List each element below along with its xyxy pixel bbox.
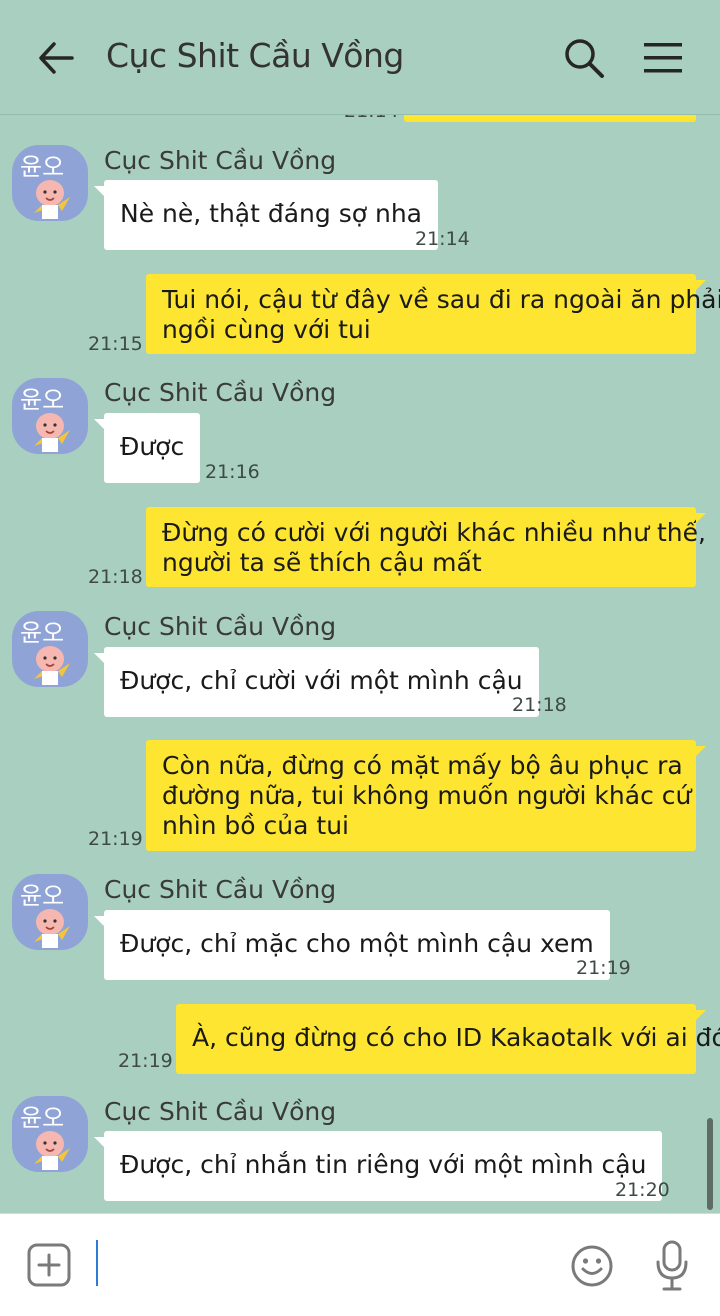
message-time: 21:19: [118, 1050, 173, 1072]
message-time: 21:14: [415, 228, 470, 250]
my-message-bubble[interactable]: À, cũng đừng có cho ID Kakaotalk với ai …: [176, 1004, 720, 1074]
message-time: 21:16: [205, 461, 260, 483]
message-text-line: nhìn bồ của tui: [162, 811, 349, 840]
arrow-left-icon: [39, 42, 74, 74]
message-text: Được, chỉ mặc cho một mình cậu xem: [120, 929, 594, 958]
message-text: À, cũng đừng có cho ID Kakaotalk với ai …: [192, 1023, 720, 1052]
message-time: 21:19: [576, 957, 631, 979]
chat-title: Cục Shit Cầu Vồng: [106, 36, 404, 75]
message-time: 21:18: [512, 694, 567, 716]
message-time: 21:15: [88, 333, 143, 355]
avatar-label: 윤오: [20, 882, 64, 910]
message-text: Được, chỉ cười với một mình cậu: [120, 666, 523, 695]
message-text: Nè nè, thật đáng sợ nha: [120, 199, 422, 228]
smiley-icon: [571, 1245, 613, 1287]
avatar[interactable]: 윤오: [12, 874, 88, 950]
their-message-bubble[interactable]: Được, chỉ cười với một mình cậu: [94, 647, 539, 717]
message-input-bar: [0, 1213, 720, 1316]
sender-name: Cục Shit Cầu Vồng: [104, 146, 337, 175]
hamburger-menu-icon: [644, 43, 682, 73]
message-text-line: Còn nữa, đừng có mặt mấy bộ âu phục ra: [162, 751, 683, 780]
message-time: 21:20: [615, 1179, 670, 1201]
message-text-line: người ta sẽ thích cậu mất: [162, 548, 482, 577]
avatar[interactable]: 윤오: [12, 378, 88, 454]
message-text: Được: [120, 432, 185, 461]
avatar-label: 윤오: [20, 1104, 64, 1132]
message-input[interactable]: [96, 1236, 546, 1294]
avatar-label: 윤오: [20, 619, 64, 647]
avatar-label: 윤오: [20, 386, 64, 414]
message-text-line: Đừng có cười với người khác nhiều như th…: [162, 518, 706, 547]
avatar[interactable]: 윤오: [12, 1096, 88, 1172]
search-icon: [565, 39, 604, 78]
message-text-line: ngồi cùng với tui: [162, 315, 371, 344]
message-text-line: Tui nói, cậu từ đây về sau đi ra ngoài ă…: [162, 285, 720, 314]
menu-button[interactable]: [642, 40, 684, 76]
message-text-line: đường nữa, tui không muốn người khác cứ: [162, 781, 692, 810]
chat-area[interactable]: 21:14 윤오 Cục Shit Cầu Vồng Nè nè, thật đ…: [0, 0, 720, 1213]
search-button[interactable]: [562, 36, 606, 80]
sender-name: Cục Shit Cầu Vồng: [104, 1097, 337, 1126]
avatar-label: 윤오: [20, 153, 64, 181]
their-message-bubble[interactable]: Nè nè, thật đáng sợ nha: [94, 180, 438, 250]
their-message-bubble[interactable]: Được: [93, 413, 201, 483]
message-time: 21:19: [88, 828, 143, 850]
plus-box-icon: [27, 1243, 71, 1287]
microphone-icon: [656, 1240, 688, 1291]
avatar[interactable]: 윤오: [12, 145, 88, 221]
voice-button[interactable]: [654, 1240, 690, 1292]
sender-name: Cục Shit Cầu Vồng: [104, 612, 337, 641]
emoji-button[interactable]: [570, 1244, 614, 1288]
sender-name: Cục Shit Cầu Vồng: [104, 378, 337, 407]
my-message-bubble[interactable]: Tui nói, cậu từ đây về sau đi ra ngoài ă…: [146, 274, 720, 354]
sender-name: Cục Shit Cầu Vồng: [104, 875, 337, 904]
avatar[interactable]: 윤오: [12, 611, 88, 687]
message-text: Được, chỉ nhắn tin riêng với một mình cậ…: [120, 1150, 647, 1179]
text-caret: [96, 1240, 98, 1286]
scrollbar-thumb[interactable]: [707, 1118, 713, 1210]
my-message-bubble[interactable]: Đừng có cười với người khác nhiều như th…: [146, 507, 706, 587]
attach-button[interactable]: [26, 1242, 72, 1288]
message-time: 21:18: [88, 566, 143, 588]
their-message-bubble[interactable]: Được, chỉ mặc cho một mình cậu xem: [94, 910, 610, 980]
their-message-bubble[interactable]: Được, chỉ nhắn tin riêng với một mình cậ…: [93, 1131, 663, 1201]
chat-header: Cục Shit Cầu Vồng: [0, 0, 720, 115]
my-message-bubble[interactable]: Còn nữa, đừng có mặt mấy bộ âu phục ra đ…: [146, 740, 706, 851]
back-button[interactable]: [36, 38, 76, 78]
